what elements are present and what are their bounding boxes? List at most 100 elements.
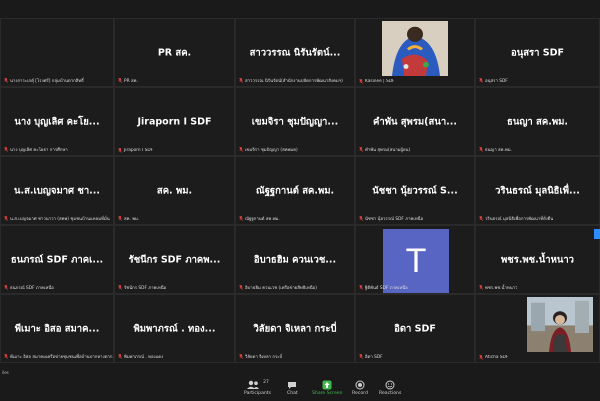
share-screen-button[interactable]: Share Screen (312, 379, 343, 396)
participant-tile[interactable]: ธนภรณ์ SDF ภาคเ... ธนภรณ์ SDF ภาคเหนือ (0, 225, 114, 294)
participant-tile[interactable]: เขมจิรา ชุมปัญญา... เขมจิรา ชุมปัญญา (สคพ… (235, 87, 355, 156)
participant-label: อนุสรา SDF (479, 77, 508, 84)
participant-label-text: Jiraporn I SDF (124, 148, 154, 153)
record-button[interactable]: Record (352, 379, 368, 396)
participant-tile[interactable]: Jiraporn I SDF Jiraporn I SDF (114, 87, 235, 156)
participant-label: รัชนีกร SDF ภาคเหนือ (118, 284, 166, 291)
participant-label-text: Kasinee | SDF (365, 79, 395, 84)
participant-tile[interactable]: Kasinee | SDF (355, 18, 475, 87)
participant-label-text: นัชชา นุ้ยวรรณ์ SDF ภาคเหนือ (365, 217, 424, 222)
gallery-next-page-button[interactable] (594, 229, 600, 239)
participant-label: อิดา SDF (359, 353, 383, 360)
participant-name: ณัฐฐกานต์ สค.พม. (255, 185, 335, 196)
participant-label-text: นางการะเกตุ์ [โรงศรี] กลุ่มบ้านตากสิทธิ์ (10, 79, 84, 84)
participant-tile[interactable]: สาววรรณ นิรันรัตน์... สาววรรณ นิรันรัตน์(… (235, 18, 355, 87)
muted-mic-icon (4, 354, 8, 359)
participant-label-text: น.ส.เบญจมาศ ชาวนาวา (สคพ) ชุมชนบ้านแหลมท… (10, 217, 110, 222)
participant-tile[interactable]: นัชชา นุ้ยวรรณ์ S... นัชชา นุ้ยวรรณ์ SDF … (355, 156, 475, 225)
participant-tile[interactable]: รัชนีกร SDF ภาคพ... รัชนีกร SDF ภาคเหนือ (114, 225, 235, 294)
participant-name: ธนภรณ์ SDF ภาคเ... (10, 254, 104, 265)
participant-tile[interactable]: พชร.พช.น้ำหนาว พชร.พช.น้ำหนาว (475, 225, 600, 294)
participant-label-text: นาง บุญเลิศ คะโยธา การศึกษา (10, 148, 68, 153)
participant-label: วรินธรณ์ มุลนิธิเพื่อการพัฒนาที่ยั่งยืน (479, 215, 553, 222)
participant-tile[interactable]: ณัฐฐกานต์ สค.พม. ณัฐฐกานต์ สค.พม. (235, 156, 355, 225)
participant-tile[interactable]: น.ส.เบญจมาศ ชา... น.ส.เบญจมาศ ชาวนาวา (สค… (0, 156, 114, 225)
participant-name: พีเมาะ อิสอ สมาค... (14, 323, 100, 334)
participant-label: วิลัยดา จิเหลา กระบี่ (239, 353, 282, 360)
participant-name: นาง บุญเลิศ คะโย... (14, 116, 100, 127)
chat-icon (287, 379, 297, 391)
participant-label-text: ธนภรณ์ SDF ภาคเหนือ (10, 286, 54, 291)
participant-name: พิมพาภรณ์ . ทอง... (133, 323, 216, 334)
muted-mic-icon (359, 285, 363, 290)
participant-label-text: ธนญา สค.พม. (485, 148, 512, 153)
participant-name: อิดา SDF (394, 323, 436, 334)
participant-label: เขมจิรา ชุมปัญญา (สคพมด) (239, 146, 298, 153)
muted-mic-icon (4, 78, 8, 83)
muted-mic-icon (359, 216, 363, 221)
muted-mic-icon (118, 78, 122, 83)
participant-tile[interactable]: วรินธรณ์ มุลนิธิเพื่... วรินธรณ์ มุลนิธิเ… (475, 156, 600, 225)
participant-tile[interactable]: นาง บุญเลิศ คะโย... นาง บุญเลิศ คะโยธา กา… (0, 87, 114, 156)
participants-count: 27 (263, 380, 269, 385)
participant-tile[interactable]: อนุสรา SDF อนุสรา SDF (475, 18, 600, 87)
muted-mic-icon (239, 285, 243, 290)
participant-name: คำพัน สุพรม(สนา... (373, 116, 457, 127)
participant-label-text: Aticha SDF (485, 355, 509, 360)
record-label: Record (352, 391, 368, 396)
participants-button[interactable]: 27 Participants (244, 379, 271, 396)
participant-tile[interactable]: PR สค. PR สค. (114, 18, 235, 87)
reactions-button[interactable]: Reactions (379, 379, 401, 396)
participants-label: Participants (244, 391, 271, 396)
participant-label-text: รัชนีกร SDF ภาคเหนือ (124, 286, 167, 291)
muted-mic-icon (479, 285, 483, 290)
participant-tile[interactable]: Aticha SDF (475, 294, 600, 363)
participant-tile[interactable]: วิลัยดา จิเหลา กระบี่วิลัยดา จิเหลา กระบ… (235, 294, 355, 363)
participant-tile[interactable]: พิมพาภรณ์ . ทอง... พิมพาภรณ์ . ทองแดง (114, 294, 235, 363)
participant-tile[interactable]: คำพัน สุพรม(สนา... คำพัน สุพรม(สนามผู้ยน) (355, 87, 475, 156)
participant-label: สค. พม. (118, 215, 139, 222)
participant-tile[interactable]: พีเมาะ อิสอ สมาค... พีเมาะ อิสอ สมาคมเครื… (0, 294, 114, 363)
participant-label: พิมพาภรณ์ . ทองแดง (118, 353, 163, 360)
participant-name: น.ส.เบญจมาศ ชา... (14, 185, 100, 196)
participant-tile[interactable]: T ฐิติพันธ์ SDF ภาคเหนือ (355, 225, 475, 294)
reactions-label: Reactions (379, 391, 402, 396)
participant-label: คำพัน สุพรม(สนามผู้ยน) (359, 146, 410, 153)
participant-label-text: ณัฐฐกานต์ สค.พม. (245, 217, 280, 222)
record-icon (355, 379, 365, 391)
muted-mic-icon (359, 354, 363, 359)
participant-label-text: อิบาธฮิม ควนเวช (เครือข่ายสิทธิเหนือ) (245, 286, 317, 291)
muted-mic-icon (118, 354, 122, 359)
participant-label-text: พิมพาภรณ์ . ทองแดง (124, 355, 164, 360)
participant-tile[interactable]: สค. พม. สค. พม. (114, 156, 235, 225)
chat-label: Chat (287, 391, 298, 396)
participant-grid: นางการะเกตุ์ [โรงศรี] กลุ่มบ้านตากสิทธิ์… (0, 18, 600, 363)
participant-label-text: พีเมาะ อิสอ สมาคมเครือข่ายชุมชนเพื่อบ้าน… (10, 355, 113, 360)
participant-label: Kasinee | SDF (359, 79, 395, 84)
muted-mic-icon (4, 147, 8, 152)
muted-mic-icon (239, 354, 243, 359)
participant-label-text: อิดา SDF (365, 355, 383, 360)
muted-mic-icon (4, 285, 8, 290)
muted-mic-icon (239, 216, 243, 221)
participant-tile[interactable]: ธนญา สค.พม. ธนญา สค.พม. (475, 87, 600, 156)
participant-name: พชร.พช.น้ำหนาว (501, 254, 574, 265)
participant-name: วิลัยดา จิเหลา กระบี่ (253, 323, 337, 334)
participant-label-text: สค. พม. (124, 217, 140, 222)
participant-label-text: วรินธรณ์ มุลนิธิเพื่อการพัฒนาที่ยั่งยืน (485, 217, 554, 222)
participant-label: PR สค. (118, 77, 138, 84)
muted-mic-icon (359, 79, 363, 84)
chat-button[interactable]: Chat (287, 379, 298, 396)
participant-video (527, 297, 593, 352)
participant-tile[interactable]: นางการะเกตุ์ [โรงศรี] กลุ่มบ้านตากสิทธิ์ (0, 18, 114, 87)
muted-mic-icon (118, 285, 122, 290)
muted-mic-icon (479, 78, 483, 83)
participant-name: สค. พม. (156, 185, 193, 196)
share-screen-icon (322, 379, 332, 391)
muted-mic-icon (239, 147, 243, 152)
muted-mic-icon (4, 216, 8, 221)
participant-tile[interactable]: อิบาธฮิม ควนเวช... อิบาธฮิม ควนเวช (เครือ… (235, 225, 355, 294)
participant-tile[interactable]: อิดา SDF อิดา SDF (355, 294, 475, 363)
participant-name: นัชชา นุ้ยวรรณ์ S... (372, 185, 458, 196)
left-edge-text: iles (2, 370, 9, 375)
